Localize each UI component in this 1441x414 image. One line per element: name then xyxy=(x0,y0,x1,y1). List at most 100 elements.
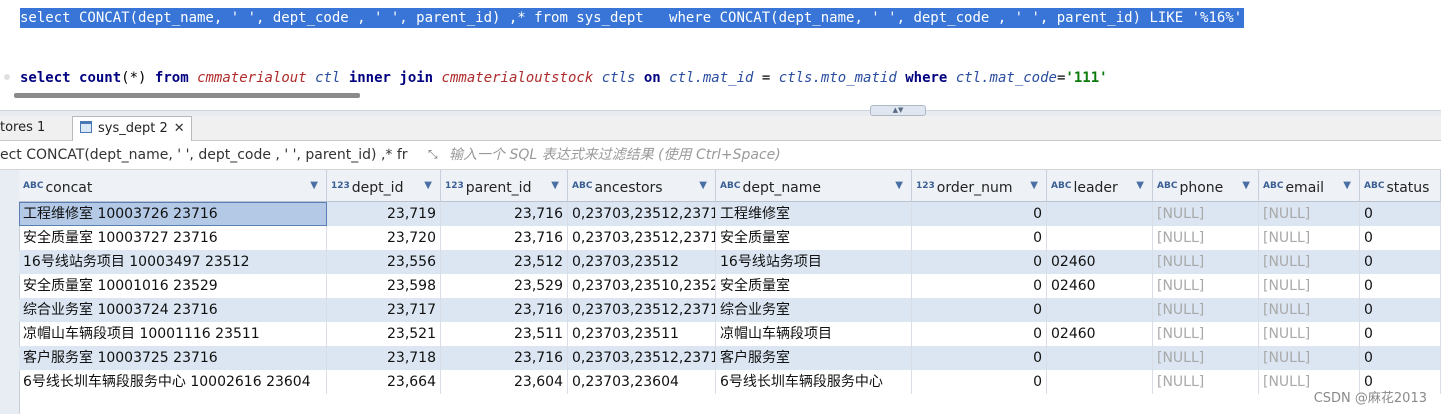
table-cell-dept-id[interactable]: 23,664 xyxy=(327,370,441,394)
table-cell-parent-id[interactable]: 23,716 xyxy=(441,346,568,370)
table-cell-order-num[interactable]: 0 xyxy=(912,274,1047,298)
table-cell-email[interactable]: [NULL] xyxy=(1259,274,1360,298)
table-cell-dept-name[interactable]: 安全质量室 xyxy=(716,274,912,298)
table-cell-email[interactable]: [NULL] xyxy=(1259,346,1360,370)
table-cell-phone[interactable]: [NULL] xyxy=(1153,298,1259,322)
table-cell-order-num[interactable]: 0 xyxy=(912,250,1047,274)
table-cell-concat[interactable]: 6号线长圳车辆段服务中心 10002616 23604 xyxy=(19,370,327,394)
table-cell-dept-name[interactable]: 16号线站务项目 xyxy=(716,250,912,274)
expand-icon[interactable]: ⤡ xyxy=(428,147,442,161)
table-cell-ancestors[interactable]: 0,23703,23510,23529 xyxy=(568,274,716,298)
tab-results-1[interactable]: tores 1 xyxy=(0,116,70,139)
table-cell-order-num[interactable]: 0 xyxy=(912,202,1047,226)
table-cell-phone[interactable]: [NULL] xyxy=(1153,202,1259,226)
table-cell-leader[interactable]: 02460 xyxy=(1047,250,1153,274)
table-cell-leader[interactable] xyxy=(1047,226,1153,250)
table-cell-phone[interactable]: [NULL] xyxy=(1153,250,1259,274)
table-cell-dept-id[interactable]: 23,720 xyxy=(327,226,441,250)
table-cell-concat[interactable]: 16号线站务项目 10003497 23512 xyxy=(19,250,327,274)
table-cell-order-num[interactable]: 0 xyxy=(912,370,1047,394)
table-cell-order-num[interactable]: 0 xyxy=(912,298,1047,322)
table-cell-ancestors[interactable]: 0,23703,23511 xyxy=(568,322,716,346)
editor-horizontal-scrollbar[interactable] xyxy=(14,93,360,98)
table-cell-email[interactable]: [NULL] xyxy=(1259,202,1360,226)
table-cell-order-num[interactable]: 0 xyxy=(912,346,1047,370)
table-cell-concat[interactable]: 凉帽山车辆段项目 10001116 23511 xyxy=(19,322,327,346)
table-row[interactable]: 16号线站务项目 10003497 23512 23,556 23,512 0,237… xyxy=(19,250,1441,274)
sort-filter-icon[interactable]: ▼ xyxy=(1242,170,1250,201)
column-header-dept-id[interactable]: 123 dept_id ▼ xyxy=(327,170,441,202)
table-row[interactable]: 安全质量室 10003727 23716 23,720 23,716 0,23703,… xyxy=(19,226,1441,250)
column-header-email[interactable]: ABC email ▼ xyxy=(1259,170,1360,202)
table-cell-status[interactable]: 0 xyxy=(1360,298,1441,322)
sql-line-2[interactable]: select count(*) from cmmaterialout ctl i… xyxy=(20,68,1108,88)
filter-input[interactable]: 输入一个 SQL 表达式来过滤结果 (使用 Ctrl+Space) xyxy=(449,141,781,169)
table-cell-dept-id[interactable]: 23,521 xyxy=(327,322,441,346)
table-cell-parent-id[interactable]: 23,716 xyxy=(441,226,568,250)
table-cell-ancestors[interactable]: 0,23703,23512,23716 xyxy=(568,346,716,370)
table-cell-concat[interactable]: 安全质量室 10001016 23529 xyxy=(19,274,327,298)
table-cell-status[interactable]: 0 xyxy=(1360,226,1441,250)
table-cell-leader[interactable] xyxy=(1047,346,1153,370)
table-cell-dept-id[interactable]: 23,598 xyxy=(327,274,441,298)
table-row[interactable]: 工程维修室 10003726 23716 23,719 23,716 0,23703,… xyxy=(19,202,1441,226)
table-cell-leader[interactable]: 02460 xyxy=(1047,322,1153,346)
table-cell-parent-id[interactable]: 23,511 xyxy=(441,322,568,346)
table-cell-concat[interactable]: 综合业务室 10003724 23716 xyxy=(19,298,327,322)
table-cell-parent-id[interactable]: 23,604 xyxy=(441,370,568,394)
sort-filter-icon[interactable]: ▼ xyxy=(424,170,432,201)
sort-filter-icon[interactable]: ▼ xyxy=(699,170,707,201)
sort-filter-icon[interactable]: ▼ xyxy=(1136,170,1144,201)
column-header-parent-id[interactable]: 123 parent_id ▼ xyxy=(441,170,568,202)
table-cell-concat[interactable]: 客户服务室 10003725 23716 xyxy=(19,346,327,370)
column-header-phone[interactable]: ABC phone ▼ xyxy=(1153,170,1259,202)
table-row[interactable]: 安全质量室 10001016 23529 23,598 23,529 0,23703,… xyxy=(19,274,1441,298)
column-header-status[interactable]: ABC status xyxy=(1360,170,1441,202)
table-cell-dept-name[interactable]: 凉帽山车辆段项目 xyxy=(716,322,912,346)
table-cell-parent-id[interactable]: 23,716 xyxy=(441,202,568,226)
sort-filter-icon[interactable]: ▼ xyxy=(1030,170,1038,201)
table-row[interactable]: 凉帽山车辆段项目 10001116 23511 23,521 23,511 0,237… xyxy=(19,322,1441,346)
table-cell-ancestors[interactable]: 0,23703,23604 xyxy=(568,370,716,394)
table-row[interactable]: 客户服务室 10003725 23716 23,718 23,716 0,23703,… xyxy=(19,346,1441,370)
table-cell-dept-name[interactable]: 工程维修室 xyxy=(716,202,912,226)
sql-editor[interactable]: select CONCAT(dept_name, ' ', dept_code … xyxy=(0,0,1441,112)
tab-sys-dept[interactable]: sys_dept 2 ✕ xyxy=(72,116,192,141)
sort-filter-icon[interactable]: ▼ xyxy=(551,170,559,201)
table-cell-ancestors[interactable]: 0,23703,23512,23716 xyxy=(568,226,716,250)
column-header-concat[interactable]: ABC concat ▼ xyxy=(19,170,327,202)
table-cell-dept-name[interactable]: 6号线长圳车辆段服务中心 xyxy=(716,370,912,394)
table-cell-phone[interactable]: [NULL] xyxy=(1153,274,1259,298)
column-header-order-num[interactable]: 123 order_num ▼ xyxy=(912,170,1047,202)
table-cell-status[interactable]: 0 xyxy=(1360,274,1441,298)
table-cell-ancestors[interactable]: 0,23703,23512,23716 xyxy=(568,298,716,322)
table-cell-dept-id[interactable]: 23,556 xyxy=(327,250,441,274)
sort-filter-icon[interactable]: ▼ xyxy=(1343,170,1351,201)
table-cell-ancestors[interactable]: 0,23703,23512 xyxy=(568,250,716,274)
table-cell-leader[interactable] xyxy=(1047,298,1153,322)
table-cell-dept-name[interactable]: 客户服务室 xyxy=(716,346,912,370)
table-cell-phone[interactable]: [NULL] xyxy=(1153,370,1259,394)
table-row[interactable]: 综合业务室 10003724 23716 23,717 23,716 0,23703,… xyxy=(19,298,1441,322)
table-cell-dept-name[interactable]: 安全质量室 xyxy=(716,226,912,250)
table-cell-phone[interactable]: [NULL] xyxy=(1153,346,1259,370)
collapse-handle-icon[interactable]: ▲▼ xyxy=(870,105,926,116)
table-cell-status[interactable]: 0 xyxy=(1360,322,1441,346)
table-cell-order-num[interactable]: 0 xyxy=(912,226,1047,250)
table-cell-order-num[interactable]: 0 xyxy=(912,322,1047,346)
table-row[interactable]: 6号线长圳车辆段服务中心 10002616 23604 23,664 23,604 0… xyxy=(19,370,1441,394)
table-cell-leader[interactable] xyxy=(1047,202,1153,226)
table-cell-dept-id[interactable]: 23,718 xyxy=(327,346,441,370)
table-cell-dept-id[interactable]: 23,719 xyxy=(327,202,441,226)
table-cell-phone[interactable]: [NULL] xyxy=(1153,226,1259,250)
sql-line-selected[interactable]: select CONCAT(dept_name, ' ', dept_code … xyxy=(20,8,1245,28)
close-icon[interactable]: ✕ xyxy=(174,121,185,136)
table-cell-phone[interactable]: [NULL] xyxy=(1153,322,1259,346)
table-cell-concat[interactable]: 安全质量室 10003727 23716 xyxy=(19,226,327,250)
table-cell-dept-name[interactable]: 综合业务室 xyxy=(716,298,912,322)
table-cell-leader[interactable] xyxy=(1047,370,1153,394)
table-cell-email[interactable]: [NULL] xyxy=(1259,298,1360,322)
table-cell-parent-id[interactable]: 23,512 xyxy=(441,250,568,274)
table-cell-parent-id[interactable]: 23,716 xyxy=(441,298,568,322)
table-cell-ancestors[interactable]: 0,23703,23512,23716 xyxy=(568,202,716,226)
